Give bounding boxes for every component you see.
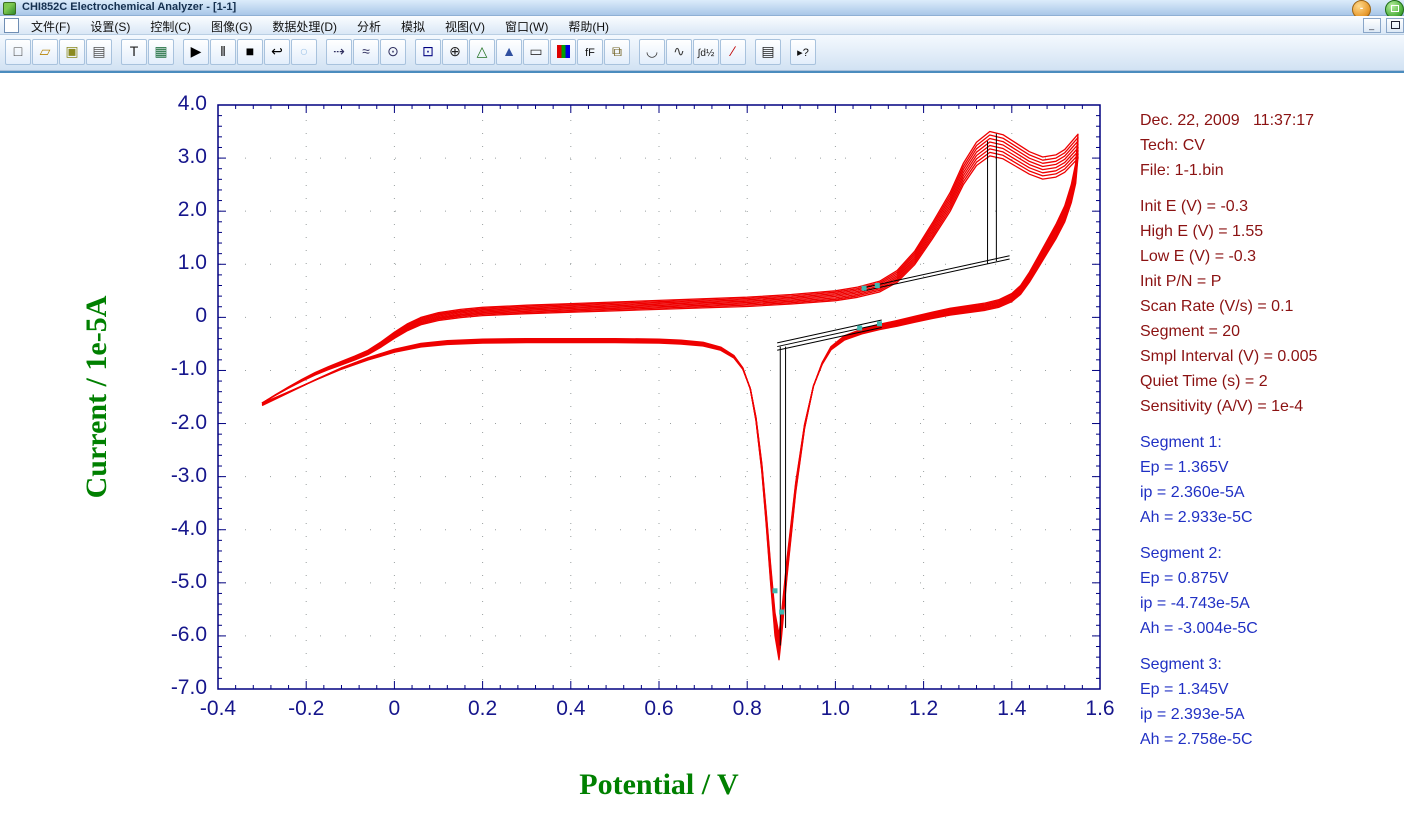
y-tick-label: -4.0	[170, 516, 207, 540]
peak-marker-line	[777, 323, 882, 348]
y-tick-label: 3.0	[177, 145, 207, 169]
y-tick-label: -6.0	[170, 622, 207, 646]
parameters-block: Init E (V) = -0.3 High E (V) = 1.55 Low E …	[1140, 194, 1402, 419]
cv-curve	[261, 148, 1079, 643]
y-tick-label: 2.0	[177, 198, 207, 222]
y-tick-label: 0	[195, 304, 207, 328]
cv-curve	[261, 134, 1079, 657]
info-line: Ah = -3.004e-5C	[1140, 620, 1258, 637]
info-line: Dec. 22, 2009 11:37:17	[1140, 112, 1315, 129]
info-line: Scan Rate (V/s) = 0.1	[1140, 298, 1294, 315]
info-line: Ep = 0.875V	[1140, 570, 1229, 587]
baseline-anchor-marker	[874, 283, 880, 289]
y-tick-label: -7.0	[170, 676, 207, 699]
x-tick-label: 1.6	[1085, 697, 1115, 720]
info-line: Quiet Time (s) = 2	[1140, 373, 1268, 390]
baseline-anchor-marker	[861, 285, 867, 291]
peak-marker-line	[777, 326, 882, 351]
y-tick-label: 1.0	[177, 251, 207, 275]
x-tick-label: 0.6	[644, 697, 674, 720]
info-line: Ep = 1.365V	[1140, 459, 1229, 476]
info-line: Low E (V) = -0.3	[1140, 248, 1257, 265]
cv-curve	[261, 144, 1079, 647]
info-line: Sensitivity (A/V) = 1e-4	[1140, 398, 1304, 415]
segment-results-block: Segment 1: Ep = 1.365V ip = 2.360e-5A Ah = …	[1140, 430, 1402, 530]
x-axis-title: Potential / V	[579, 768, 739, 801]
info-line: Tech: CV	[1140, 137, 1205, 154]
y-tick-label: 4.0	[177, 92, 207, 115]
segment-results-block: Segment 3: Ep = 1.345V ip = 2.393e-5A Ah = …	[1140, 652, 1402, 752]
x-tick-label: -0.4	[199, 697, 237, 720]
application-window: CHI852C Electrochemical Analyzer - [1-1]…	[0, 0, 1404, 818]
results-panel: Dec. 22, 2009 11:37:17 Tech: CV File: 1-1.…	[1140, 108, 1402, 752]
baseline-anchor-marker	[779, 609, 785, 615]
x-tick-label: 1.4	[997, 697, 1027, 720]
info-line: Segment 3:	[1140, 656, 1222, 673]
y-tick-label: -2.0	[170, 410, 207, 434]
cv-curve	[261, 155, 1079, 636]
x-tick-label: 0	[388, 697, 401, 720]
cv-curve	[261, 137, 1079, 654]
info-line: Segment 2:	[1140, 545, 1222, 562]
info-line: Ah = 2.933e-5C	[1140, 509, 1253, 526]
baseline-anchor-marker	[857, 325, 863, 331]
baseline-anchor-marker	[877, 321, 882, 327]
segment-results-block: Segment 2: Ep = 0.875V ip = -4.743e-5A Ah =…	[1140, 541, 1402, 641]
info-line: High E (V) = 1.55	[1140, 223, 1264, 240]
x-tick-label: 1.2	[908, 697, 939, 720]
info-line: ip = -4.743e-5A	[1140, 595, 1250, 612]
cv-curve	[261, 141, 1079, 650]
x-tick-label: -0.2	[288, 697, 325, 720]
baseline-anchor-marker	[772, 588, 778, 594]
info-line: Ah = 2.758e-5C	[1140, 731, 1253, 748]
info-line: Segment = 20	[1140, 323, 1241, 340]
x-tick-label: 0.8	[732, 697, 762, 720]
info-line: File: 1-1.bin	[1140, 162, 1224, 179]
y-tick-label: -1.0	[170, 357, 207, 381]
x-tick-label: 0.4	[556, 697, 586, 720]
info-line: Smpl Interval (V) = 0.005	[1140, 348, 1318, 365]
y-tick-label: -5.0	[170, 569, 207, 593]
cv-curve	[261, 151, 1079, 639]
info-line: Ep = 1.345V	[1140, 681, 1229, 698]
y-axis-title: Current / 1e-5A	[80, 295, 113, 499]
info-line: Segment 1:	[1140, 434, 1222, 451]
info-line: ip = 2.393e-5A	[1140, 706, 1245, 723]
info-line: ip = 2.360e-5A	[1140, 484, 1245, 501]
x-tick-label: 1.0	[820, 697, 850, 720]
x-tick-label: 0.2	[467, 697, 498, 720]
y-tick-label: -3.0	[170, 463, 207, 487]
info-line: Init E (V) = -0.3	[1140, 198, 1249, 215]
info-line: Init P/N = P	[1140, 273, 1222, 290]
